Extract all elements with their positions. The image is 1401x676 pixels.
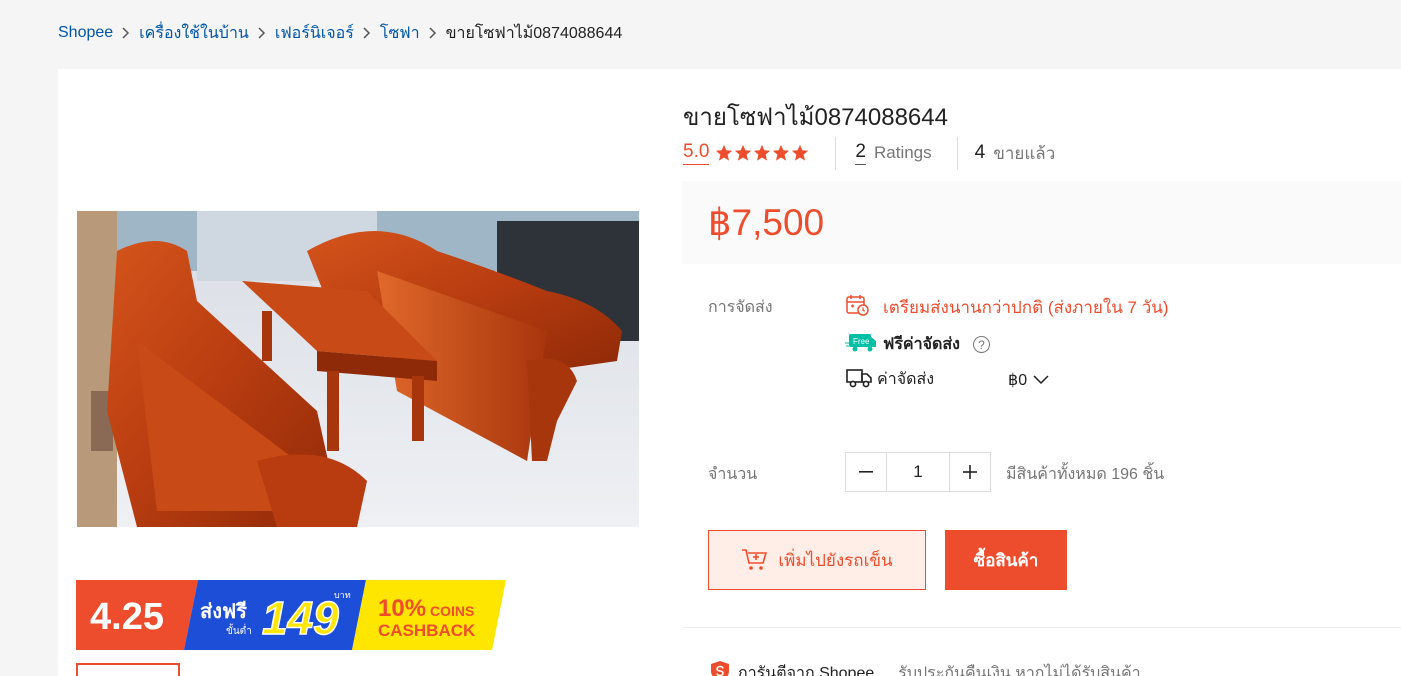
star-icon [754,144,771,161]
shipping-fee-value[interactable]: ฿0 [1008,370,1027,390]
chevron-right-icon [429,27,437,39]
section-divider [682,627,1401,628]
free-shipping-row: Free ฟรีค่าจัดส่ง ? [845,331,990,358]
quantity-stepper [845,452,991,492]
chevron-right-icon [122,27,130,39]
guarantee-title: การันตีจาก Shopee [738,665,875,676]
breadcrumb-item-furniture[interactable]: เฟอร์นิเจอร์ [275,21,354,46]
rating-score[interactable]: 5.0 [683,141,710,165]
star-icon [735,144,752,161]
promo-min-label: ขั้นต่ำ [226,623,252,637]
promo-min-amount: 149 [262,592,339,644]
chevron-right-icon [258,27,266,39]
breadcrumb: Shopee เครื่องใช้ในบ้าน เฟอร์นิเจอร์ โซฟ… [58,22,622,44]
free-badge-text: Free [853,337,870,346]
star-icon [773,144,790,161]
star-icon [716,144,733,161]
quantity-input[interactable] [886,453,950,491]
quantity-label: จำนวน [708,466,758,483]
decrease-button[interactable] [846,453,886,491]
free-shipping-icon: Free [845,331,877,358]
buy-now-button[interactable]: ซื้อสินค้า [945,530,1067,590]
plus-icon [963,465,977,479]
chevron-down-icon[interactable] [1033,374,1049,385]
breadcrumb-item-household[interactable]: เครื่องใช้ในบ้าน [139,21,249,46]
shield-icon [708,659,732,676]
shipping-label: การจัดส่ง [708,299,773,316]
promo-baht: บาท [334,590,351,600]
guarantee-description: รับประกันคืนเงิน หากไม่ได้รับสินค้า [898,665,1141,676]
promo-coins: COINS [430,603,474,619]
ratings-count[interactable]: 2 [855,141,866,165]
price-box: ฿7,500 [682,181,1401,264]
breadcrumb-current: ขายโซฟาไม้0874088644 [445,24,623,42]
stats-divider [835,136,837,170]
promo-date: 4.25 [90,596,164,638]
stats-divider [956,136,958,170]
rating-stars [715,144,809,162]
star-icon [792,144,809,161]
help-icon[interactable]: ? [972,336,990,353]
shipping-late-notice: เตรียมส่งนานกว่าปกติ (ส่งภายใน 7 วัน) [845,293,1169,322]
product-price: ฿7,500 [708,202,825,243]
ratings-label: Ratings [874,143,932,162]
thumbnail-selected[interactable] [76,663,180,676]
breadcrumb-item-sofa[interactable]: โซฟา [380,21,420,46]
product-card: 4.25 ส่งฟรี ขั้นต่ำ 149 บาท 10% COINS CA… [58,69,1401,676]
add-to-cart-button[interactable]: เพิ่มไปยังรถเข็น [708,530,926,590]
product-image[interactable] [77,211,639,527]
minus-icon [859,471,873,473]
stock-text: มีสินค้าทั้งหมด 196 ชิ้น [1006,466,1165,483]
increase-button[interactable] [950,453,990,491]
shipping-fee-label: ค่าจัดส่ง [877,371,935,388]
free-shipping-label: ฟรีค่าจัดส่ง [883,336,960,353]
chevron-right-icon [363,27,371,39]
shopee-guarantee[interactable]: การันตีจาก Shopee รับประกันคืนเงิน หากไม… [708,659,1141,676]
product-title: ขายโซฟาไม้0874088644 [683,104,948,131]
promo-banner[interactable]: 4.25 ส่งฟรี ขั้นต่ำ 149 บาท 10% COINS CA… [76,580,506,650]
shipping-fee-row: ค่าจัดส่ง ฿0 [845,365,1049,394]
sofa-photo [77,211,639,527]
truck-icon [845,365,873,394]
promo-free-ship: ส่งฟรี [200,600,247,623]
calendar-clock-icon [845,293,869,322]
add-to-cart-label: เพิ่มไปยังรถเข็น [778,550,893,570]
shipping-late-text: เตรียมส่งนานกว่าปกติ (ส่งภายใน 7 วัน) [883,298,1169,317]
sold-count: 4 [974,141,986,163]
product-stats: 5.0 2 Ratings 4 ขายแล้ว [683,135,1055,171]
cart-plus-icon [742,549,768,570]
breadcrumb-item-shopee[interactable]: Shopee [58,24,113,42]
promo-coins-pct: 10% [378,595,426,622]
sold-label: ขายแล้ว [993,143,1056,163]
promo-cashback: CASHBACK [378,621,476,640]
